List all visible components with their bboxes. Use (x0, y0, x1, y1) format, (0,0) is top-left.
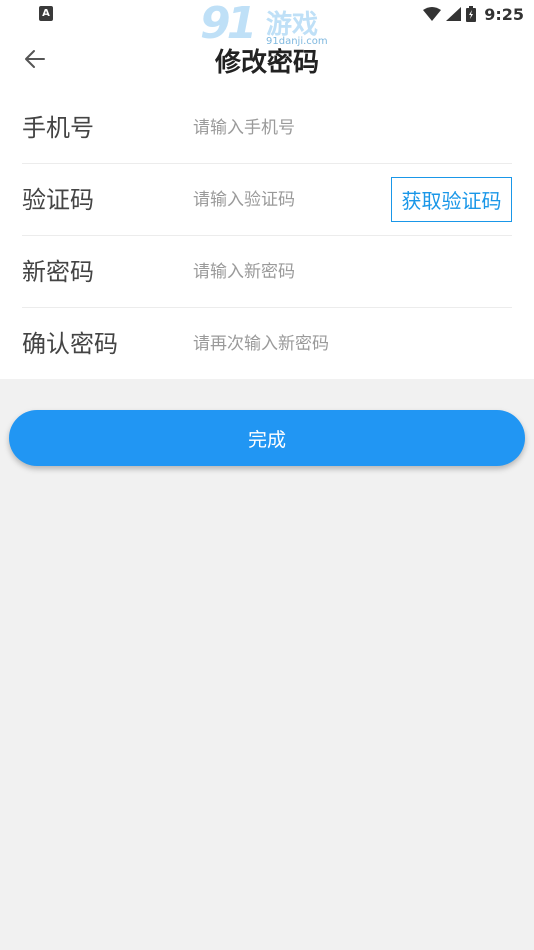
new-password-input[interactable] (193, 256, 393, 288)
submit-button[interactable]: 完成 (9, 410, 525, 466)
verification-code-label: 验证码 (22, 186, 94, 214)
phone-input[interactable] (193, 112, 393, 144)
status-bar: A 9:25 (0, 0, 534, 28)
confirm-password-row: 确认密码 (22, 308, 512, 380)
new-password-row: 新密码 (22, 236, 512, 308)
app-notification-icon: A (39, 6, 53, 21)
status-time: 9:25 (484, 4, 524, 24)
battery-icon (466, 6, 477, 22)
confirm-password-input[interactable] (193, 328, 393, 360)
page-title: 修改密码 (214, 48, 319, 78)
verification-code-input[interactable] (193, 184, 383, 216)
confirm-password-label: 确认密码 (22, 330, 118, 358)
phone-row: 手机号 (22, 92, 512, 164)
get-verification-code-button[interactable]: 获取验证码 (391, 177, 512, 222)
status-icons: 9:25 (423, 3, 524, 25)
phone-label: 手机号 (22, 114, 94, 142)
change-password-form: 手机号 验证码 获取验证码 新密码 确认密码 (0, 92, 534, 379)
wifi-icon (423, 7, 442, 21)
new-password-label: 新密码 (22, 258, 94, 286)
cellular-signal-icon (446, 7, 462, 21)
app-header: 修改密码 (0, 28, 534, 92)
verification-code-row: 验证码 获取验证码 (22, 164, 512, 236)
